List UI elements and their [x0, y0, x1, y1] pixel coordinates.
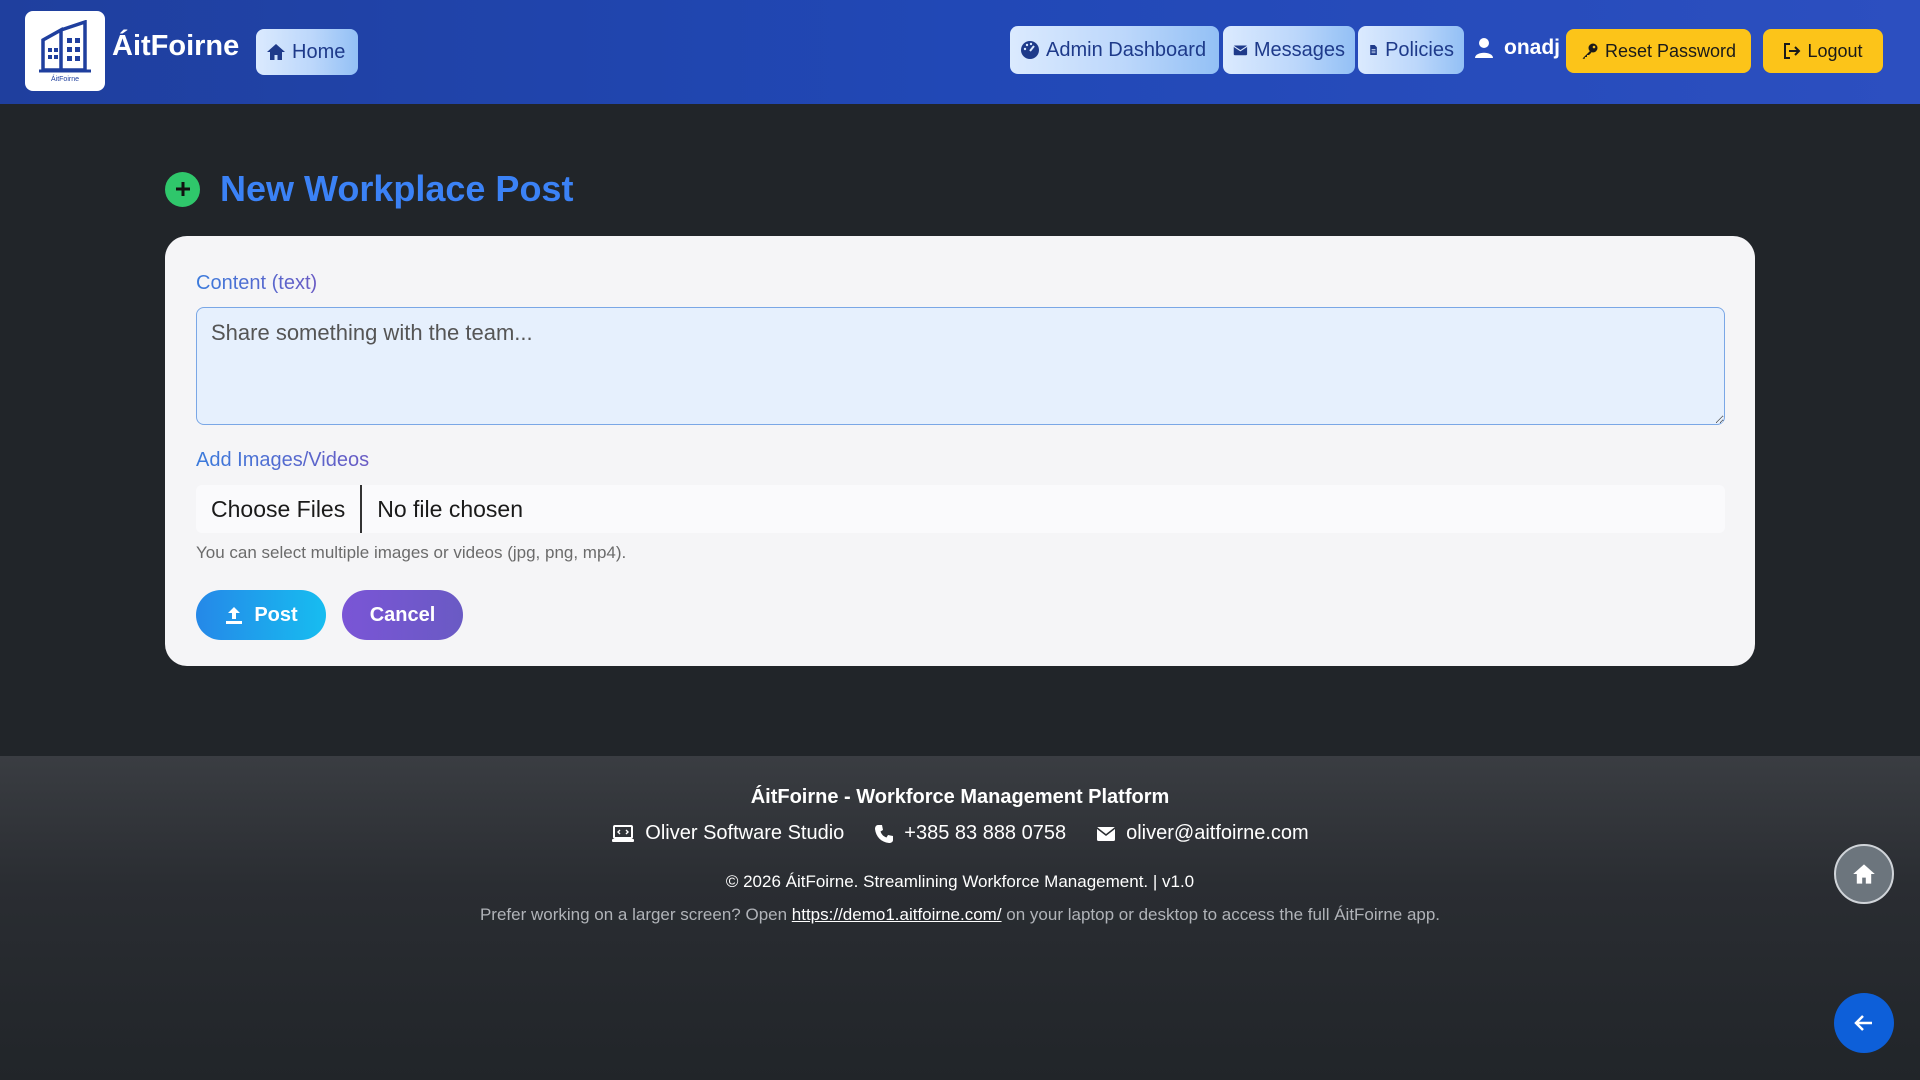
floating-home-button[interactable] [1834, 844, 1894, 904]
nav-home-button[interactable]: Home [256, 29, 358, 75]
brand-logo[interactable]: ÁitFoirne [25, 11, 105, 91]
reset-password-button[interactable]: Reset Password [1566, 29, 1751, 73]
page-title: New Workplace Post [220, 168, 574, 209]
username: onadj [1504, 36, 1560, 59]
file-status: No file chosen [377, 495, 523, 522]
content-textarea[interactable] [196, 307, 1725, 425]
footer-company-text: Oliver Software Studio [645, 822, 845, 844]
logo-subtext: ÁitFoirne [50, 75, 79, 83]
nav-admin-label: Admin Dashboard [1046, 38, 1207, 61]
footer-note-suffix: on your laptop or desktop to access the … [1001, 905, 1441, 924]
reset-password-label: Reset Password [1604, 40, 1737, 61]
nav-messages-button[interactable]: Messages [1223, 26, 1355, 74]
nav-messages-label: Messages [1253, 38, 1345, 61]
choose-files-button[interactable]: Choose Files [196, 485, 363, 533]
page-title-wrap: New Workplace Post [165, 168, 573, 210]
home-icon [1853, 864, 1875, 884]
footer-phone[interactable]: +385 83 888 0758 [874, 822, 1066, 845]
floating-back-button[interactable] [1834, 993, 1894, 1053]
laptop-icon [612, 824, 635, 842]
logout-button[interactable]: Logout [1763, 29, 1883, 73]
footer-company: Oliver Software Studio [611, 822, 844, 845]
footer-contacts: Oliver Software Studio +385 83 888 0758 … [0, 822, 1920, 845]
cancel-button[interactable]: Cancel [342, 590, 463, 640]
footer: ÁitFoirne - Workforce Management Platfor… [0, 756, 1920, 1080]
upload-icon [226, 607, 243, 624]
logout-label: Logout [1807, 40, 1863, 61]
user-icon [1475, 38, 1493, 58]
phone-icon [875, 824, 894, 843]
nav-policies-label: Policies [1385, 38, 1454, 61]
nav-policies-button[interactable]: Policies [1358, 26, 1464, 74]
footer-demo-link[interactable]: https://demo1.aitfoirne.com/ [792, 905, 1002, 924]
footer-phone-text: +385 83 888 0758 [904, 822, 1067, 844]
arrow-left-icon [1854, 1015, 1872, 1031]
nav-home-label: Home [292, 40, 346, 63]
content-label: Content (text) [196, 272, 318, 294]
post-label: Post [254, 603, 298, 626]
footer-copyright: © 2026 ÁitFoirne. Streamlining Workforce… [725, 872, 1195, 891]
post-button[interactable]: Post [196, 590, 326, 640]
cancel-label: Cancel [369, 603, 436, 626]
footer-email-text: oliver@aitfoirne.com [1126, 822, 1309, 844]
navbar: ÁitFoirne ÁitFoirne Home Admin Dashboard… [0, 0, 1920, 104]
file-input[interactable]: Choose Files No file chosen [196, 485, 1725, 533]
key-icon [1582, 43, 1598, 59]
envelope-icon [1096, 826, 1116, 841]
plus-circle-icon [165, 171, 200, 207]
media-help-text: You can select multiple images or videos… [196, 543, 627, 562]
footer-note: Prefer working on a larger screen? Open … [0, 905, 1920, 925]
nav-admin-dashboard-button[interactable]: Admin Dashboard [1010, 26, 1219, 74]
building-logo-icon [39, 19, 91, 72]
logout-icon [1784, 43, 1801, 59]
post-form-card: Content (text) Add Images/Videos Choose … [165, 236, 1755, 666]
footer-email[interactable]: oliver@aitfoirne.com [1096, 822, 1309, 845]
footer-title: ÁitFoirne - Workforce Management Platfor… [750, 786, 1170, 808]
home-icon [267, 44, 285, 60]
brand-name[interactable]: ÁitFoirne [112, 30, 239, 63]
gauge-icon [1021, 41, 1039, 59]
footer-note-prefix: Prefer working on a larger screen? Open [479, 905, 792, 924]
envelope-icon [1233, 45, 1248, 56]
file-icon [1370, 45, 1377, 55]
nav-user[interactable]: onadj [1474, 36, 1560, 60]
media-label: Add Images/Videos [196, 449, 370, 471]
